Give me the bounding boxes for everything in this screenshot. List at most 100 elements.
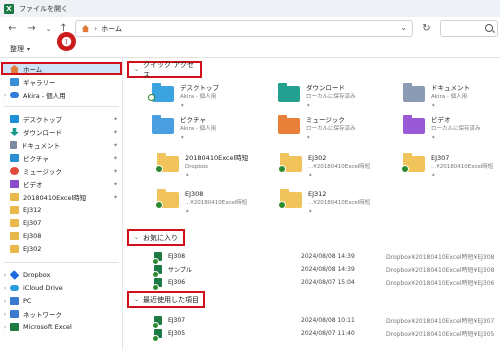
sidebar-item-label: ピクチャ [23,155,49,163]
sidebar-item-videos[interactable]: ビデオ ✦ [0,178,123,190]
item-name: デスクトップ [180,84,219,92]
file-name: EJ305 [168,329,186,337]
search-icon [485,24,493,32]
collapse-chevron-icon[interactable]: ⌄ [134,66,139,73]
sidebar-item-dropbox[interactable]: › Dropbox [0,269,123,281]
quick-access-item-ej312[interactable]: EJ312 ...¥20180410Excel時短 ✦ [278,189,371,217]
pc-icon [10,297,19,305]
sidebar-item-label: デスクトップ [23,116,62,124]
home-icon [81,24,90,33]
folder-icon [10,219,19,227]
onedrive-icon [10,92,19,98]
favorite-file-row[interactable]: EJ308 2024/08/08 14:39 Dropbox¥20180410E… [152,250,500,265]
expand-chevron-icon[interactable]: › [0,324,10,331]
quick-access-item-downloads[interactable]: ダウンロード ローカルに保存済み ✦ [278,83,356,111]
window-title: ファイルを開く [19,4,68,13]
back-arrow-icon[interactable]: ← [4,20,21,37]
address-location[interactable]: ホーム [101,24,122,34]
quick-access-item-excel-jitan[interactable]: 20180410Excel時短 Dropbox ✦ [155,153,249,181]
quick-access-item-pictures[interactable]: ピクチャ Akira - 個人用 ✦ [152,115,216,143]
quick-access-item-music[interactable]: ミュージック ローカルに保存済み ✦ [278,115,356,143]
pin-icon: ✦ [112,180,118,188]
divider [4,106,119,107]
recent-file-row[interactable]: EJ305 2024/08/07 11:40 Dropbox¥20180410E… [152,327,500,342]
address-dropdown-icon[interactable]: ⌄ [400,23,407,32]
file-path: Dropbox¥20180410Excel時短¥EJ308 [386,266,495,274]
file-name: EJ308 [168,252,186,260]
sidebar-item-folder-excel-jitan[interactable]: 20180410Excel時短 ✦ [0,191,123,203]
excel-file-icon [152,328,162,342]
expand-chevron-icon[interactable]: › [0,298,10,305]
item-name: ピクチャ [180,116,206,124]
search-input[interactable] [440,20,498,37]
expand-chevron-icon[interactable]: › [0,311,10,318]
sidebar-item-icloud[interactable]: › iCloud Drive [0,282,123,294]
sidebar-item-downloads[interactable]: ダウンロード ✦ [0,126,123,138]
network-icon [10,310,19,318]
quick-access-item-desktop[interactable]: デスクトップ Akira - 個人用 ✦ [148,83,219,111]
file-path: Dropbox¥20180410Excel時短¥EJ308 [386,253,495,261]
pictures-icon [10,154,19,162]
favorite-file-row[interactable]: EJ306 2024/08/07 15:04 Dropbox¥20180410E… [152,276,500,291]
music-folder-icon [278,115,300,134]
sidebar-item-microsoft-excel[interactable]: › Microsoft Excel [0,321,123,333]
collapse-chevron-icon[interactable]: ⌄ [134,234,139,241]
sidebar-item-ej312[interactable]: EJ312 [0,204,123,216]
sidebar-item-ej308[interactable]: EJ308 [0,230,123,242]
sidebar-item-onedrive[interactable]: › Akira - 個人用 [0,89,123,101]
sidebar-item-desktop[interactable]: デスクトップ ✦ [0,113,123,125]
sidebar-item-label: EJ302 [23,245,42,253]
excel-icon [10,323,19,331]
expand-chevron-icon[interactable]: › [0,272,10,279]
item-location: ...¥20180410Excel時短 [185,200,248,206]
quick-access-item-documents[interactable]: ドキュメント Akira - 個人用 ✦ [403,83,470,111]
excel-file-icon [152,264,162,278]
sidebar-item-ej307[interactable]: EJ307 [0,217,123,229]
expand-chevron-icon[interactable]: › [0,92,10,99]
file-path: Dropbox¥20180410Excel時短¥EJ307 [386,317,495,325]
recent-file-row[interactable]: EJ307 2024/08/08 10:11 Dropbox¥20180410E… [152,314,500,329]
item-name: ビデオ [431,116,451,124]
pin-icon: ✦ [306,103,311,109]
sidebar-item-ej302[interactable]: EJ302 [0,243,123,255]
sidebar-item-label: ミュージック [23,168,62,176]
address-bar[interactable]: › ホーム ⌄ [75,20,413,37]
item-location: ...¥20180410Excel時短 [431,164,494,170]
annotation-badge-1: ❶ [57,32,76,51]
section-title: 最近使用した項目 [143,295,200,304]
sidebar-item-music[interactable]: ミュージック ✦ [0,165,123,177]
sidebar-item-home[interactable]: ホーム [0,63,123,75]
item-name: 20180410Excel時短 [185,154,249,162]
pin-icon: ✦ [431,173,436,179]
sidebar-item-pictures[interactable]: ピクチャ ✦ [0,152,123,164]
pin-icon: ✦ [185,173,190,179]
sidebar-item-network[interactable]: › ネットワーク [0,308,123,320]
quick-access-item-ej308[interactable]: EJ308 ...¥20180410Excel時短 ✦ [155,189,248,217]
sidebar-item-label: EJ307 [23,219,42,227]
favorite-file-row[interactable]: サンプル 2024/08/08 14:39 Dropbox¥20180410Ex… [152,263,500,278]
sidebar-item-label: ネットワーク [23,311,62,319]
pin-icon: ✦ [112,154,118,162]
sidebar-item-documents[interactable]: ドキュメント ✦ [0,139,123,151]
pin-icon: ✦ [185,209,190,215]
sidebar-item-pc[interactable]: › PC [0,295,123,307]
organize-button[interactable]: 整理 [10,44,24,54]
recent-items-header[interactable]: ⌄ 最近使用した項目 [127,291,205,308]
organize-chevron-icon[interactable]: ▾ [27,46,30,53]
content-pane: ⌄ クイック アクセス デスクトップ Akira - 個人用 ✦ ダウンロード … [124,58,500,350]
sidebar-item-label: ビデオ [23,181,43,189]
expand-chevron-icon[interactable]: › [0,285,10,292]
quick-access-item-ej302[interactable]: EJ302 ...¥20180410Excel時短 ✦ [278,153,370,181]
quick-access-header[interactable]: ⌄ クイック アクセス [127,61,202,79]
sidebar-item-label: ギャラリー [23,79,56,87]
collapse-chevron-icon[interactable]: ⌄ [134,296,139,303]
favorites-header[interactable]: ⌄ お気に入り [127,229,185,246]
sidebar-item-label: EJ312 [23,206,42,214]
forward-arrow-icon[interactable]: → [23,20,40,37]
item-location: Akira - 個人用 [431,94,468,100]
sidebar-item-gallery[interactable]: ギャラリー [0,76,123,88]
refresh-icon[interactable]: ↻ [418,20,435,37]
quick-access-item-ej307[interactable]: EJ307 ...¥20180410Excel時短 ✦ [401,153,494,181]
item-location: ...¥20180410Excel時短 [308,200,371,206]
quick-access-item-videos[interactable]: ビデオ ローカルに保存済み ✦ [403,115,481,143]
